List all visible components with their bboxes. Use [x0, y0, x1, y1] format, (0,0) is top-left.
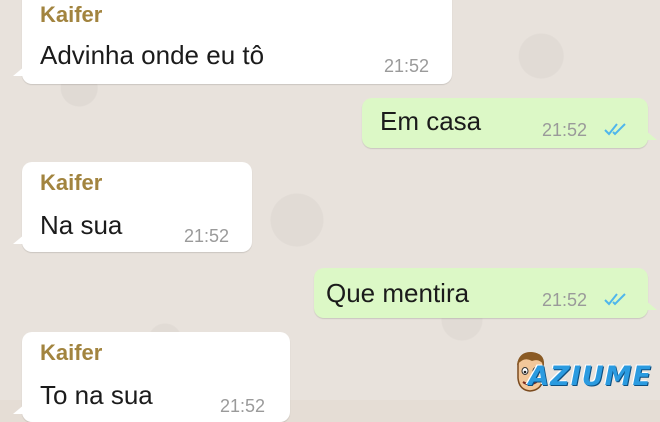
- message-bubble-incoming[interactable]: Kaifer Advinha onde eu tô 21:52: [13, 0, 452, 84]
- bubble-tail: [13, 234, 25, 244]
- message-time: 21:52: [384, 56, 430, 76]
- message-time: 21:52: [542, 290, 588, 310]
- message-bubble-outgoing[interactable]: Em casa 21:52: [362, 98, 657, 148]
- message-text: Que mentira: [326, 278, 470, 308]
- aziume-watermark: AZIUME: [512, 350, 652, 394]
- message-bubble-outgoing[interactable]: Que mentira 21:52: [314, 268, 657, 318]
- read-receipt-icon: [604, 123, 626, 136]
- read-receipt-icon: [604, 293, 626, 306]
- message-time: 21:52: [542, 120, 588, 140]
- bubble-tail: [645, 300, 657, 310]
- bubble-tail: [645, 130, 657, 140]
- sender-name: Kaifer: [40, 170, 103, 195]
- message-bubble-incoming[interactable]: Kaifer Na sua 21:52: [13, 162, 252, 252]
- message-text: Na sua: [40, 210, 123, 240]
- message-text: To na sua: [40, 380, 153, 410]
- sender-name: Kaifer: [40, 2, 103, 27]
- watermark-text: AZIUME: [528, 361, 652, 392]
- message-time: 21:52: [220, 396, 266, 416]
- message-bubble-incoming[interactable]: Kaifer To na sua 21:52: [13, 332, 290, 422]
- bubble-tail: [13, 404, 25, 414]
- message-time: 21:52: [184, 226, 230, 246]
- bubble-tail: [13, 66, 25, 76]
- message-text: Em casa: [380, 106, 482, 136]
- message-text: Advinha onde eu tô: [40, 40, 265, 70]
- sender-name: Kaifer: [40, 340, 103, 365]
